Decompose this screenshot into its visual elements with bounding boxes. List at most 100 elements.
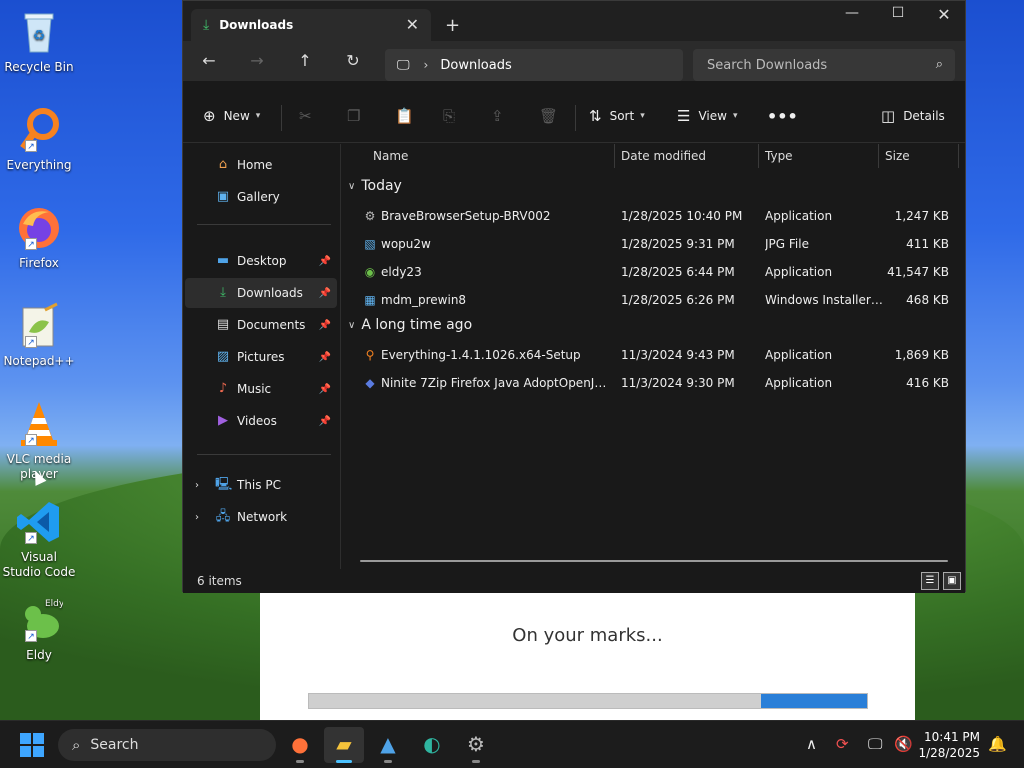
- chevron-down-icon: ∨: [348, 180, 356, 192]
- notification-bell-icon[interactable]: 🔔: [988, 735, 1007, 753]
- taskbar-search[interactable]: ⌕ Search: [58, 729, 276, 761]
- file-row[interactable]: ⚲ Everything-1.4.1.1026.x64-Setup 11/3/2…: [342, 341, 965, 369]
- taskbar: ⌕ Search ● ▰ ▲ ◐ ⚙ ∧ ⟳ 🖵 🔇 10:41 PM 1/28…: [0, 720, 1024, 768]
- gallery-icon: ▣: [216, 189, 230, 204]
- column-divider[interactable]: [878, 144, 879, 168]
- application-icon: ◉: [364, 265, 376, 279]
- file-row[interactable]: ◆ Ninite 7Zip Firefox Java AdoptOpenJDK …: [342, 369, 965, 397]
- update-icon[interactable]: ⟳: [836, 735, 849, 753]
- sort-button[interactable]: ⇅ Sort ▾: [589, 107, 645, 125]
- minimize-button[interactable]: —: [829, 5, 875, 21]
- home-icon: ⌂: [218, 157, 228, 172]
- close-tab-icon[interactable]: ✕: [406, 15, 419, 34]
- new-button[interactable]: ⊕ New ▾: [203, 107, 260, 125]
- address-bar[interactable]: 🖵 › Downloads: [385, 49, 683, 81]
- pin-icon[interactable]: 📌: [319, 256, 331, 267]
- column-divider[interactable]: [614, 144, 615, 168]
- desktop-icon-everything[interactable]: ↗ Everything: [2, 106, 76, 173]
- sidebar-item-downloads[interactable]: ⤓ Downloads 📌: [185, 278, 337, 308]
- copy-button[interactable]: ❐: [347, 107, 368, 125]
- pin-icon[interactable]: 📌: [319, 320, 331, 331]
- file-row[interactable]: ⚙ BraveBrowserSetup-BRV002 1/28/2025 10:…: [342, 202, 965, 230]
- maximize-button[interactable]: ☐: [875, 5, 921, 21]
- toolbar-divider: [575, 105, 576, 131]
- start-button[interactable]: [20, 733, 44, 757]
- details-view-button[interactable]: ☰: [921, 572, 939, 590]
- windows-logo-tile: [20, 733, 31, 744]
- edge-icon: ◐: [423, 732, 441, 756]
- share-button[interactable]: ⇪: [491, 107, 512, 125]
- horizontal-scrollbar[interactable]: [360, 560, 948, 562]
- cut-button[interactable]: ✂: [299, 107, 320, 125]
- running-indicator: [384, 760, 392, 763]
- column-header-date[interactable]: Date modified: [621, 144, 706, 168]
- details-button[interactable]: ◫ Details: [881, 107, 945, 125]
- toolbar-divider: [281, 105, 282, 131]
- taskbar-file-explorer[interactable]: ▰: [324, 727, 364, 763]
- sidebar-item-music[interactable]: ♪ Music 📌: [185, 374, 337, 404]
- file-row[interactable]: ▧ wopu2w 1/28/2025 9:31 PM JPG File 411 …: [342, 230, 965, 258]
- up-button[interactable]: ↑: [293, 51, 317, 71]
- sidebar-item-home[interactable]: ⌂ Home: [185, 150, 337, 180]
- sidebar-item-documents[interactable]: ▤ Documents 📌: [185, 310, 337, 340]
- installer-window: On your marks...: [260, 585, 915, 720]
- search-magnifier-icon: ↗: [15, 106, 63, 154]
- new-tab-button[interactable]: +: [445, 15, 460, 36]
- sidebar-divider: [197, 224, 331, 225]
- tab-downloads[interactable]: ⤓ Downloads ✕: [191, 9, 431, 41]
- more-options-button[interactable]: •••: [767, 107, 798, 126]
- column-header-size[interactable]: Size: [885, 144, 910, 168]
- group-header-today[interactable]: ∨ Today: [348, 178, 402, 194]
- desktop-icon-firefox[interactable]: ↗ Firefox: [2, 204, 76, 271]
- pin-icon[interactable]: 📌: [319, 288, 331, 299]
- pin-icon[interactable]: 📌: [319, 384, 331, 395]
- group-header-long-time-ago[interactable]: ∨ A long time ago: [348, 317, 472, 333]
- back-button[interactable]: ←: [197, 51, 221, 71]
- paste-button[interactable]: 📋: [395, 107, 422, 125]
- column-header-type[interactable]: Type: [765, 144, 793, 168]
- desktop-icon-eldy[interactable]: Eldy ↗ Eldy: [2, 596, 76, 663]
- shortcut-arrow-icon: ↗: [25, 630, 37, 642]
- desktop-icon-vscode[interactable]: ↗ Visual Studio Code: [2, 498, 76, 580]
- taskbar-installer[interactable]: ⚙: [456, 727, 496, 763]
- sidebar-item-desktop[interactable]: ▬ Desktop 📌: [185, 246, 337, 276]
- clock[interactable]: 10:41 PM 1/28/2025: [918, 729, 980, 761]
- chevron-right-icon[interactable]: ›: [195, 512, 199, 523]
- file-row[interactable]: ▦ mdm_prewin8 1/28/2025 6:26 PM Windows …: [342, 286, 965, 314]
- sidebar-item-pictures[interactable]: ▨ Pictures 📌: [185, 342, 337, 372]
- column-divider[interactable]: [758, 144, 759, 168]
- network-status-icon[interactable]: 🖵: [868, 735, 882, 753]
- tiles-view-button[interactable]: ▣: [943, 572, 961, 590]
- search-input[interactable]: Search Downloads ⌕: [693, 49, 955, 81]
- plus-circle-icon: ⊕: [203, 107, 216, 125]
- view-button[interactable]: ☰ View ▾: [677, 107, 737, 125]
- taskbar-edge[interactable]: ◐: [412, 727, 452, 763]
- sidebar-item-network[interactable]: › 🖧 Network: [185, 502, 337, 532]
- show-hidden-icons-button[interactable]: ∧: [806, 735, 817, 753]
- delete-button[interactable]: 🗑: [539, 107, 566, 125]
- ninite-icon: ◆: [365, 376, 375, 390]
- rename-button[interactable]: ⎘: [443, 107, 463, 125]
- firefox-icon: ↗: [15, 204, 63, 252]
- file-row[interactable]: ◉ eldy23 1/28/2025 6:44 PM Application 4…: [342, 258, 965, 286]
- sidebar-item-videos[interactable]: ▶ Videos 📌: [185, 406, 337, 436]
- pin-icon[interactable]: 📌: [319, 352, 331, 363]
- forward-button[interactable]: →: [245, 51, 269, 71]
- close-window-button[interactable]: ✕: [921, 5, 967, 24]
- vlc-cone-icon: ↗: [15, 400, 63, 448]
- refresh-button[interactable]: ↻: [341, 51, 365, 71]
- chevron-right-icon[interactable]: ›: [195, 480, 199, 491]
- eldy-icon: Eldy ↗: [15, 596, 65, 644]
- sidebar-item-this-pc[interactable]: › 🖳 This PC: [185, 470, 337, 500]
- column-divider[interactable]: [958, 144, 959, 168]
- trash-icon: 🗑: [539, 107, 559, 125]
- column-header-name[interactable]: Name: [373, 144, 408, 168]
- taskbar-firefox[interactable]: ●: [280, 727, 320, 763]
- sidebar-item-gallery[interactable]: ▣ Gallery: [185, 182, 337, 212]
- desktop-icon-recycle-bin[interactable]: ♻ Recycle Bin: [2, 8, 76, 75]
- pin-icon[interactable]: 📌: [319, 416, 331, 427]
- desktop-icon-notepadpp[interactable]: ↗ Notepad++: [2, 302, 76, 369]
- recycle-bin-icon: ♻: [15, 8, 63, 56]
- taskbar-photos[interactable]: ▲: [368, 727, 408, 763]
- volume-muted-icon[interactable]: 🔇: [894, 735, 913, 753]
